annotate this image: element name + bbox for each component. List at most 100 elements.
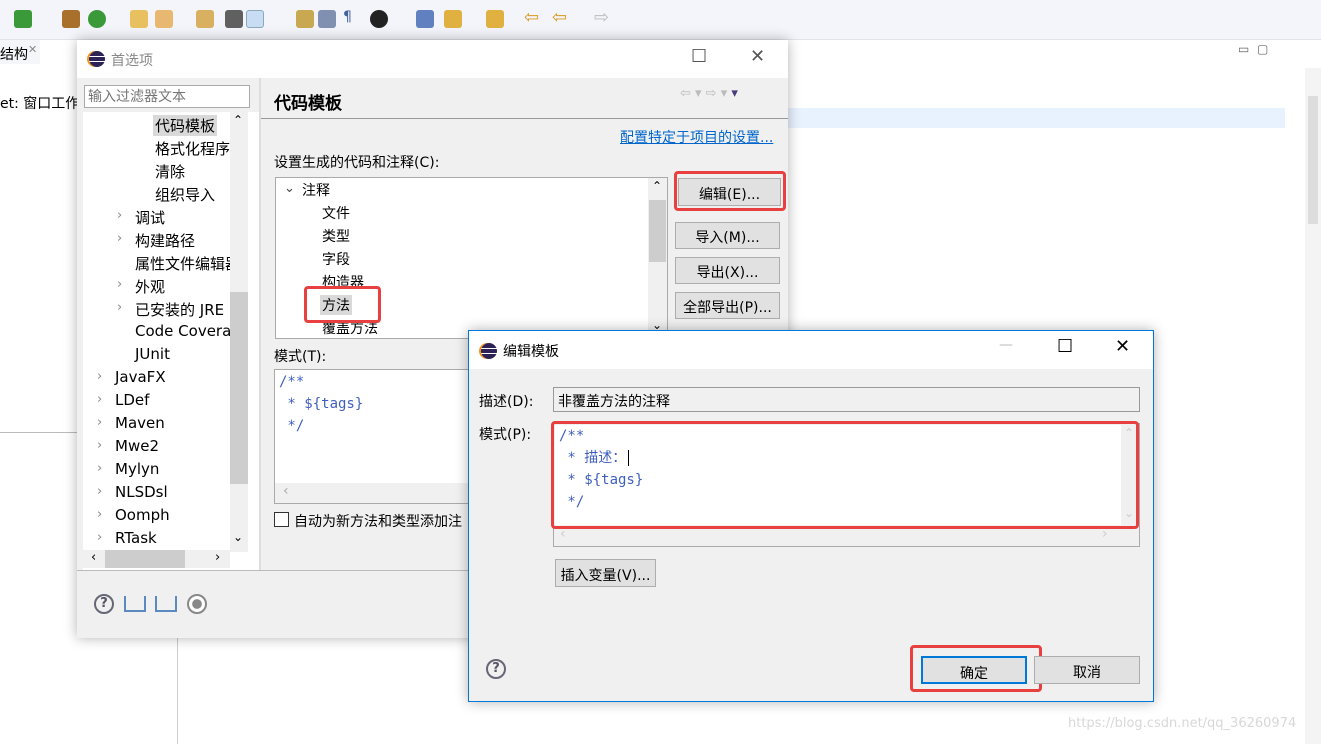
edit-highlight — [674, 171, 786, 211]
pattern-highlight — [551, 421, 1139, 529]
tree-item[interactable]: 组织导入 — [155, 184, 215, 205]
editor-scrollbar[interactable] — [1305, 68, 1321, 744]
eclipse-icon — [481, 343, 497, 359]
code-tree-item[interactable]: 文件 — [322, 203, 350, 223]
maximize-icon[interactable]: ☐ — [1057, 336, 1073, 357]
chevron-right-icon[interactable]: › — [97, 438, 102, 453]
desc-field[interactable]: 非覆盖方法的注释 — [553, 387, 1140, 412]
filter-input[interactable] — [84, 85, 250, 108]
prev-annotation-icon[interactable] — [486, 10, 504, 28]
chevron-right-icon[interactable]: › — [97, 530, 102, 545]
export-prefs-icon[interactable] — [155, 596, 177, 612]
chevron-right-icon[interactable]: › — [97, 392, 102, 407]
code-tree-scrollbar[interactable]: ⌃ ⌄ — [648, 178, 667, 338]
chevron-right-icon[interactable]: › — [117, 208, 122, 223]
tree-item[interactable]: RTask — [115, 529, 157, 547]
tree-item[interactable]: 格式化程序 — [155, 138, 230, 159]
ok-highlight — [910, 645, 1042, 692]
tree-item[interactable]: 代码模板 — [153, 115, 218, 136]
next-annotation-icon[interactable] — [444, 10, 462, 28]
new-package-icon[interactable] — [62, 10, 80, 28]
tree-item[interactable]: Oomph — [115, 506, 170, 524]
highlight-icon[interactable] — [246, 10, 264, 28]
tree-item[interactable]: Code Coverag — [135, 322, 241, 340]
code-tree-group[interactable]: 注释 — [302, 180, 330, 200]
close-icon[interactable]: ✕ — [750, 46, 765, 67]
tree-item[interactable]: Maven — [115, 414, 165, 432]
chevron-right-icon[interactable]: › — [97, 461, 102, 476]
new-class-icon[interactable] — [88, 10, 106, 28]
chevron-right-icon[interactable]: › — [117, 277, 122, 292]
block-icon[interactable] — [296, 10, 314, 28]
export-button[interactable]: 导出(X)... — [675, 257, 780, 284]
help-icon[interactable]: ? — [94, 594, 114, 614]
tree-item[interactable]: LDef — [115, 391, 149, 409]
code-tree-item[interactable]: 类型 — [322, 226, 350, 246]
tree-item[interactable]: 调试 — [135, 207, 165, 228]
prefs-title: 首选项 — [111, 53, 153, 69]
code-line: /** — [279, 374, 305, 390]
code-list-label: 设置生成的代码和注释(C): — [274, 155, 440, 171]
user-icon[interactable] — [370, 10, 388, 28]
pattern-label: 模式(P): — [479, 427, 532, 443]
window-controls[interactable]: ▭ ▢ — [1228, 40, 1321, 64]
desc-label: 描述(D): — [479, 394, 534, 410]
tree-item[interactable]: JavaFX — [115, 368, 166, 386]
maximize-icon[interactable]: ☐ — [691, 46, 707, 67]
tree-item[interactable]: JUnit — [135, 345, 170, 363]
tree-item[interactable]: 已安装的 JRE — [135, 299, 224, 320]
chevron-right-icon[interactable]: › — [97, 507, 102, 522]
project-settings-link[interactable]: 配置特定于项目的设置... — [620, 127, 773, 147]
chevron-right-icon[interactable]: › — [117, 300, 122, 315]
tree-item[interactable]: 清除 — [155, 161, 185, 182]
last-edit-icon[interactable]: ⇦ — [524, 7, 539, 28]
chevron-right-icon[interactable]: › — [97, 369, 102, 384]
watermark: https://blog.csdn.net/qq_36260974 — [1068, 716, 1297, 731]
tree-item[interactable]: NLSDsl — [115, 483, 168, 501]
annotation-icon[interactable] — [225, 10, 243, 28]
cancel-button[interactable]: 取消 — [1034, 656, 1140, 684]
export-all-button[interactable]: 全部导出(P)... — [675, 292, 780, 319]
tree-item[interactable]: 外观 — [135, 276, 165, 297]
help-icon[interactable]: ? — [486, 659, 506, 679]
tree-item[interactable]: Mylyn — [115, 460, 159, 478]
skip-breakpoints-icon[interactable] — [416, 10, 434, 28]
eclipse-icon — [89, 51, 105, 67]
search-icon[interactable] — [155, 10, 173, 28]
forward-icon[interactable]: ⇨ — [594, 7, 609, 28]
close-icon[interactable]: ✕ — [1115, 336, 1130, 357]
back-icon[interactable]: ⇦ — [552, 7, 567, 28]
edit-titlebar: 编辑模板 — ☐ ✕ — [469, 331, 1153, 369]
insert-variable-button[interactable]: 插入变量(V)... — [555, 559, 656, 587]
edit-template-dialog: 编辑模板 — ☐ ✕ 描述(D): 非覆盖方法的注释 模式(P): /** * … — [468, 330, 1154, 702]
pattern-label: 模式(T): — [274, 349, 327, 365]
tree-item[interactable]: 属性文件编辑器 — [135, 253, 240, 274]
page-title: 代码模板 — [274, 94, 342, 114]
open-type-icon[interactable] — [130, 10, 148, 28]
show-source-icon[interactable] — [318, 10, 336, 28]
tree-hscrollbar[interactable]: ‹ › — [83, 550, 230, 568]
import-prefs-icon[interactable] — [124, 596, 146, 612]
run-icon[interactable] — [14, 10, 32, 28]
import-button[interactable]: 导入(M)... — [675, 222, 780, 249]
tree-item[interactable]: Mwe2 — [115, 437, 159, 455]
whitespace-icon[interactable]: ¶ — [343, 9, 352, 25]
record-icon[interactable] — [187, 594, 207, 614]
pattern-hscrollbar[interactable]: ‹ — [275, 483, 473, 503]
minimize-icon[interactable]: — — [999, 337, 1013, 353]
open-task-icon[interactable] — [196, 10, 214, 28]
auto-add-checkbox[interactable] — [274, 512, 289, 527]
code-tree-item[interactable]: 字段 — [322, 249, 350, 269]
chevron-right-icon[interactable]: › — [117, 231, 122, 246]
prefs-titlebar: 首选项 ☐ ✕ — [77, 40, 788, 78]
code-line: */ — [279, 418, 305, 434]
close-icon[interactable]: ✕ — [28, 43, 37, 56]
chevron-right-icon[interactable]: › — [97, 415, 102, 430]
nav-arrows[interactable]: ⇦ ▾ ⇨ ▾ ▾ — [680, 86, 738, 101]
edit-title: 编辑模板 — [503, 344, 559, 360]
chevron-down-icon[interactable]: ⌄ — [284, 181, 295, 196]
chevron-right-icon[interactable]: › — [97, 484, 102, 499]
tree-scrollbar[interactable]: ⌃ ⌄ — [230, 112, 248, 552]
tree-item[interactable]: 构建路径 — [135, 230, 195, 251]
code-line: * ${tags} — [279, 396, 364, 412]
